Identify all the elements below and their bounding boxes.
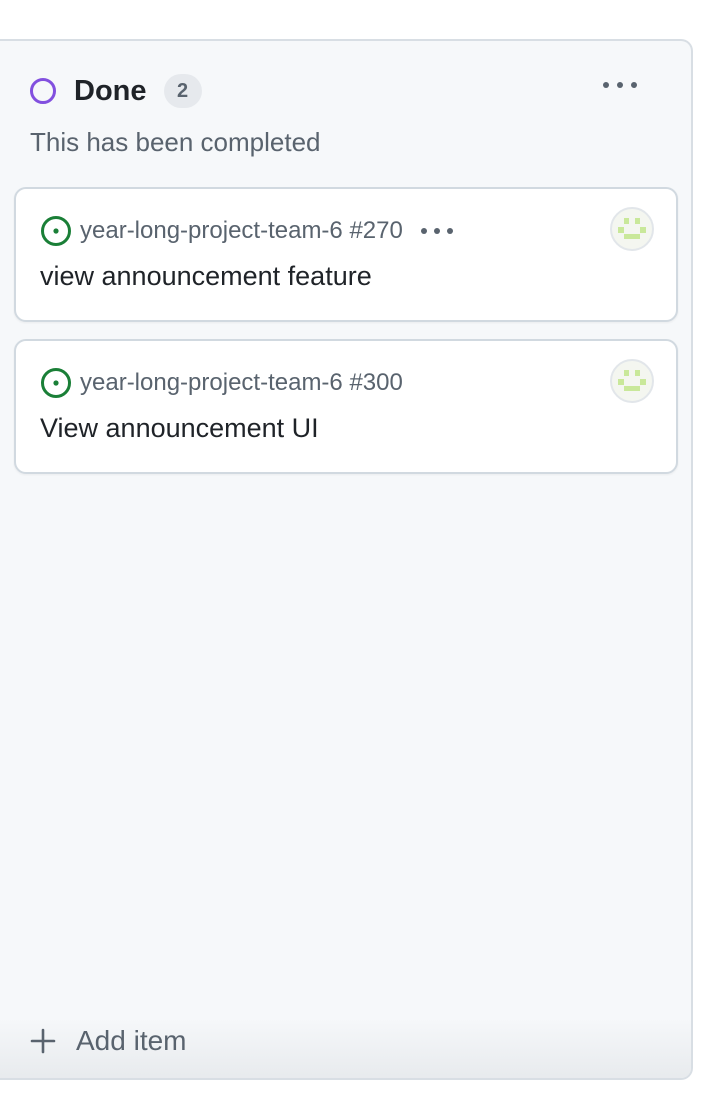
item-count-badge: 2 bbox=[163, 74, 202, 108]
add-item-button[interactable]: Add item bbox=[30, 1021, 187, 1061]
column-title: Done bbox=[74, 74, 147, 107]
column-description: This has been completed bbox=[30, 127, 321, 157]
plus-icon bbox=[30, 1028, 56, 1054]
kebab-horizontal-icon bbox=[420, 228, 453, 234]
assignee-avatar[interactable] bbox=[610, 207, 654, 251]
issue-open-icon bbox=[41, 368, 71, 398]
column-options-button[interactable] bbox=[594, 67, 646, 103]
status-circle-icon bbox=[30, 78, 56, 104]
identicon-icon bbox=[618, 370, 646, 391]
card-meta: year-long-project-team-6 #270 bbox=[40, 213, 457, 249]
card-title[interactable]: view announcement feature bbox=[40, 261, 372, 292]
board-card[interactable]: year-long-project-team-6 #300 View annou… bbox=[14, 339, 678, 474]
card-repo-link[interactable]: year-long-project-team-6 #300 bbox=[80, 369, 403, 397]
card-meta: year-long-project-team-6 #300 bbox=[40, 365, 403, 401]
board-column-done: Done 2 This has been completed year-long… bbox=[0, 39, 693, 1080]
add-item-label: Add item bbox=[76, 1025, 187, 1056]
kebab-horizontal-icon bbox=[603, 82, 637, 88]
assignee-avatar[interactable] bbox=[610, 359, 654, 403]
card-title[interactable]: View announcement UI bbox=[40, 413, 319, 444]
card-options-button[interactable] bbox=[417, 219, 457, 243]
card-repo-link[interactable]: year-long-project-team-6 #270 bbox=[80, 217, 403, 245]
identicon-icon bbox=[618, 218, 646, 239]
column-header: Done 2 bbox=[30, 71, 202, 111]
issue-open-icon bbox=[41, 216, 71, 246]
board-card[interactable]: year-long-project-team-6 #270 view annou… bbox=[14, 187, 678, 322]
